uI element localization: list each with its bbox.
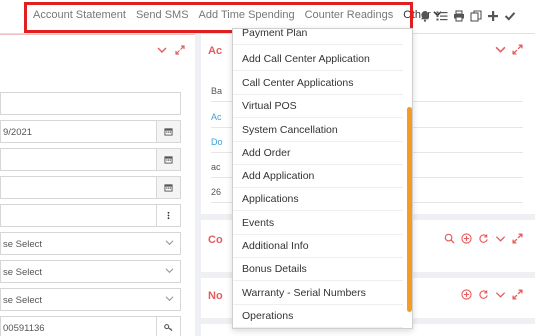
search-icon[interactable] <box>444 233 455 247</box>
menu-item-add-application[interactable]: Add Application <box>233 165 403 188</box>
key-icon[interactable] <box>156 317 180 336</box>
chevron-down-icon[interactable] <box>495 233 506 247</box>
toolbar-icons <box>418 9 516 22</box>
date-field[interactable]: 9/2021 <box>0 120 181 143</box>
expand-icon[interactable] <box>512 289 523 303</box>
chevron-down-icon[interactable] <box>495 44 506 58</box>
chevron-down-icon[interactable] <box>157 45 167 58</box>
calendar-icon[interactable] <box>156 149 180 170</box>
expand-icon[interactable] <box>512 233 523 247</box>
select-placeholder: se Select <box>3 267 43 278</box>
panel-row-label: ac <box>211 162 221 172</box>
menu-item-applications[interactable]: Applications <box>233 188 403 211</box>
chevron-down-icon[interactable] <box>165 238 174 250</box>
menu-item-add-call-center-application[interactable]: Add Call Center Application <box>233 48 403 71</box>
add-circle-icon[interactable] <box>461 289 472 303</box>
menu-item-warranty-serial-numbers[interactable]: Warranty - Serial Numbers <box>233 282 403 305</box>
plus-icon[interactable] <box>486 9 499 22</box>
select-placeholder: se Select <box>3 295 43 306</box>
code-field[interactable]: 00591136 <box>0 316 181 336</box>
panel-row-label: 26 <box>211 187 222 197</box>
more-field[interactable] <box>0 204 181 227</box>
panel-row-label: Ba <box>211 86 223 96</box>
select-placeholder: se Select <box>3 239 43 250</box>
left-form-panel: 9/2021 se Select se Select se Select 005… <box>0 34 195 336</box>
select-field-2[interactable]: se Select <box>0 260 181 283</box>
menu-item-system-cancellation[interactable]: System Cancellation <box>233 119 403 142</box>
dropdown-scrollbar[interactable] <box>407 107 412 312</box>
chevron-down-icon[interactable] <box>165 294 174 306</box>
select-field-1[interactable]: se Select <box>0 232 181 255</box>
menu-item-add-order[interactable]: Add Order <box>233 142 403 165</box>
date-value: 9/2021 <box>3 127 33 138</box>
code-value: 00591136 <box>3 323 45 334</box>
panel-header-icons <box>461 289 523 303</box>
list-icon[interactable] <box>435 9 448 22</box>
left-panel-header-icons <box>157 45 185 58</box>
chevron-down-icon[interactable] <box>165 266 174 278</box>
bell-icon[interactable] <box>418 9 431 22</box>
panel-row-link[interactable]: Ac <box>211 112 222 122</box>
refresh-icon[interactable] <box>478 289 489 303</box>
panel-title: Co <box>208 234 223 246</box>
other-dropdown-menu: Payment Plan Add Call Center Application… <box>232 28 413 329</box>
date-field-3[interactable] <box>0 176 181 199</box>
menu-item-call-center-applications[interactable]: Call Center Applications <box>233 72 403 95</box>
menu-item-payment-plan[interactable]: Payment Plan <box>233 29 403 45</box>
panel-row-link[interactable]: Do <box>211 137 223 147</box>
more-vertical-icon[interactable] <box>156 205 180 226</box>
refresh-icon[interactable] <box>478 233 489 247</box>
expand-icon[interactable] <box>175 45 185 58</box>
check-icon[interactable] <box>503 9 516 22</box>
add-circle-icon[interactable] <box>461 233 472 247</box>
chevron-down-icon[interactable] <box>495 289 506 303</box>
menu-item-events[interactable]: Events <box>233 212 403 235</box>
date-field-2[interactable] <box>0 148 181 171</box>
menu-item-bonus-details[interactable]: Bonus Details <box>233 258 403 281</box>
text-field-1[interactable] <box>0 92 181 115</box>
print-icon[interactable] <box>452 9 465 22</box>
calendar-icon[interactable] <box>156 121 180 142</box>
calendar-icon[interactable] <box>156 177 180 198</box>
expand-icon[interactable] <box>512 44 523 58</box>
panel-title: Ac <box>208 45 223 57</box>
copy-icon[interactable] <box>469 9 482 22</box>
select-field-3[interactable]: se Select <box>0 288 181 311</box>
menu-item-additional-info[interactable]: Additional Info <box>233 235 403 258</box>
panel-header-icons <box>444 233 523 247</box>
menu-item-virtual-pos[interactable]: Virtual POS <box>233 95 403 118</box>
menu-item-operations[interactable]: Operations <box>233 305 403 328</box>
panel-header-icons <box>495 44 523 58</box>
panel-title: No <box>208 290 223 302</box>
